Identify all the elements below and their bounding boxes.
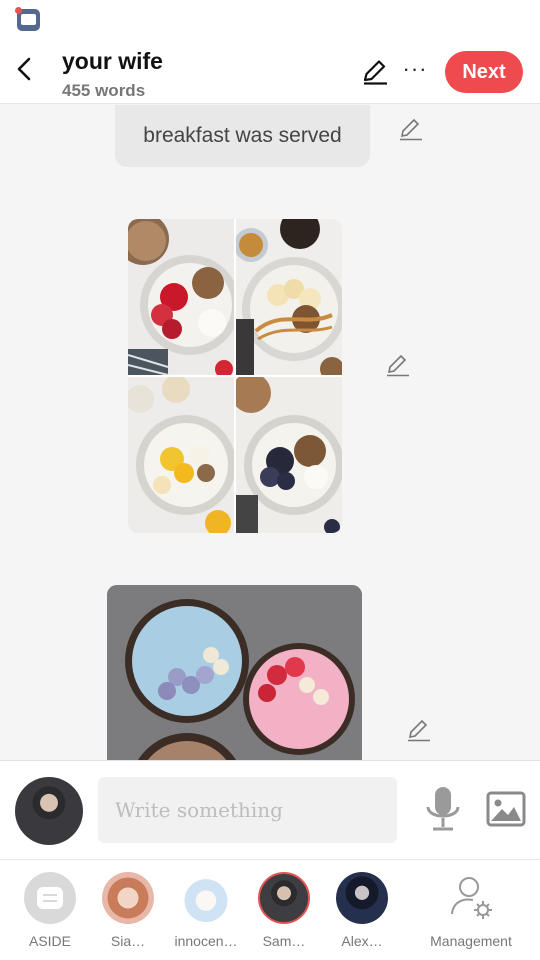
character-tab-bar: ASIDE Sia… innocen… Sam… Alex… Managemen… — [0, 860, 540, 960]
tab-character-innocent[interactable]: innocen… — [166, 872, 246, 949]
tab-label: ASIDE — [28, 933, 71, 949]
edit-message-pencil-icon[interactable] — [397, 115, 425, 143]
more-options-icon[interactable]: ··· — [401, 56, 429, 86]
tab-character-sam[interactable]: Sam… — [244, 872, 324, 949]
avatar — [102, 872, 154, 924]
tab-label: Sam… — [262, 933, 306, 949]
collage-cell-strawberry — [128, 219, 234, 375]
current-character-avatar[interactable] — [15, 777, 83, 845]
back-arrow-icon[interactable] — [10, 54, 40, 84]
tab-label: Sia… — [110, 933, 146, 949]
story-header: your wife 455 words ··· Next — [0, 40, 540, 104]
word-count: 455 words — [62, 81, 146, 100]
text-message-bubble[interactable]: breakfast was served — [115, 105, 370, 167]
tab-label: innocen… — [174, 933, 238, 949]
message-input[interactable]: Write something — [98, 777, 397, 843]
next-button[interactable]: Next — [445, 51, 523, 93]
smoothie-bowl-image[interactable] — [107, 585, 362, 760]
tab-character-alex[interactable]: Alex… — [322, 872, 402, 949]
avatar — [336, 872, 388, 924]
composer-bar: Write something — [0, 760, 540, 860]
edit-image-pencil-icon[interactable] — [405, 716, 433, 744]
tab-label: Management — [430, 933, 512, 949]
collage-cell-mango — [128, 377, 234, 533]
aside-chat-icon — [24, 872, 76, 924]
image-upload-icon[interactable] — [486, 791, 526, 827]
tab-management[interactable]: Management — [425, 872, 517, 949]
management-user-gear-icon — [451, 877, 492, 919]
app-notification-icon — [15, 7, 40, 31]
avatar — [258, 872, 310, 924]
microphone-icon[interactable] — [422, 785, 464, 835]
tab-label: Alex… — [341, 933, 383, 949]
edit-title-pencil-icon[interactable] — [360, 56, 390, 86]
breakfast-collage-image[interactable] — [128, 219, 342, 533]
edit-image-pencil-icon[interactable] — [384, 351, 412, 379]
avatar — [180, 872, 232, 924]
tab-character-sia[interactable]: Sia… — [88, 872, 168, 949]
tab-aside[interactable]: ASIDE — [10, 872, 90, 949]
story-title[interactable]: your wife — [62, 48, 163, 75]
status-bar — [0, 0, 540, 40]
collage-cell-banana — [236, 219, 342, 375]
collage-cell-blueberry — [236, 377, 342, 533]
chat-area[interactable]: breakfast was served — [0, 105, 540, 760]
